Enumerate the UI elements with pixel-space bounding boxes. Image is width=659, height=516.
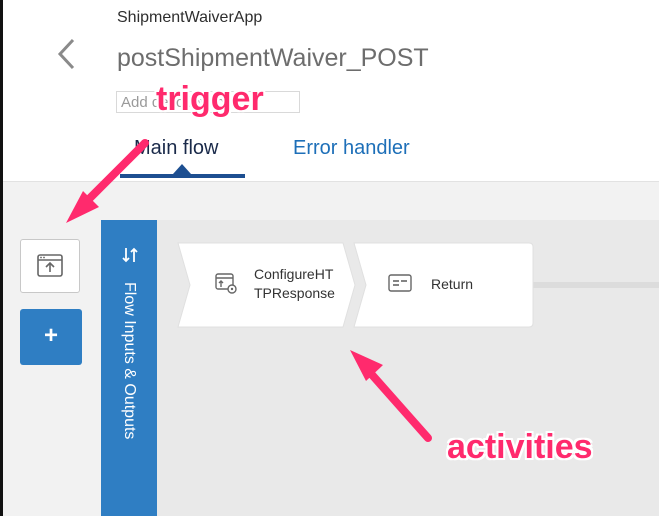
- add-trigger-button[interactable]: +: [20, 309, 82, 365]
- app-name: ShipmentWaiverApp: [117, 9, 263, 26]
- flow-header: ShipmentWaiverApp postShipmentWaiver_POS…: [3, 0, 659, 182]
- flow-inputs-outputs-panel[interactable]: Flow Inputs & Outputs: [101, 220, 157, 516]
- tab-error-handler[interactable]: Error handler: [293, 137, 410, 160]
- activity-return[interactable]: Return: [353, 242, 534, 328]
- tab-main-flow[interactable]: Main flow: [134, 137, 218, 160]
- active-tab-caret: [173, 164, 191, 174]
- swap-arrows-icon: [122, 247, 138, 263]
- activity-label: Return: [431, 276, 474, 292]
- flow-connector: [533, 282, 659, 288]
- activity-configure-http-response[interactable]: ConfigureHT TPResponse: [177, 242, 357, 328]
- chevron-left-icon: [57, 38, 75, 70]
- activities-annotation: activities: [447, 428, 593, 466]
- flow-title: postShipmentWaiver_POST: [117, 44, 429, 72]
- trigger-icon: [37, 254, 63, 277]
- trigger-annotation: trigger: [156, 80, 264, 118]
- active-tab-indicator: [120, 174, 245, 178]
- activity-label: ConfigureHT TPResponse: [254, 266, 335, 301]
- flow-inputs-outputs-label: Flow Inputs & Outputs: [121, 282, 138, 440]
- return-icon: [388, 274, 412, 292]
- configure-http-response-icon: [215, 273, 237, 294]
- back-button[interactable]: [53, 36, 83, 72]
- trigger-button[interactable]: [20, 239, 80, 293]
